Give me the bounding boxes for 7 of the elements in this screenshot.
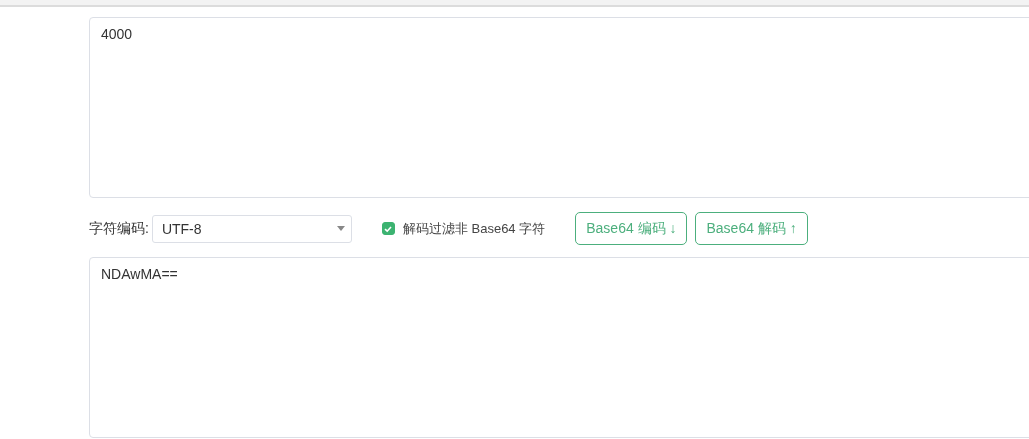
caret-icon xyxy=(336,226,345,231)
checkbox[interactable] xyxy=(381,222,395,235)
output-text-area[interactable]: NDAwMA== xyxy=(89,257,1029,438)
filter-checkbox-option[interactable]: 解码过滤非 Base64 字符 xyxy=(381,219,546,238)
input-text-area[interactable]: 4000 xyxy=(89,17,1029,198)
charset-select[interactable]: UTF-8 xyxy=(151,214,352,243)
charset-label: 字符编码: xyxy=(89,219,149,238)
